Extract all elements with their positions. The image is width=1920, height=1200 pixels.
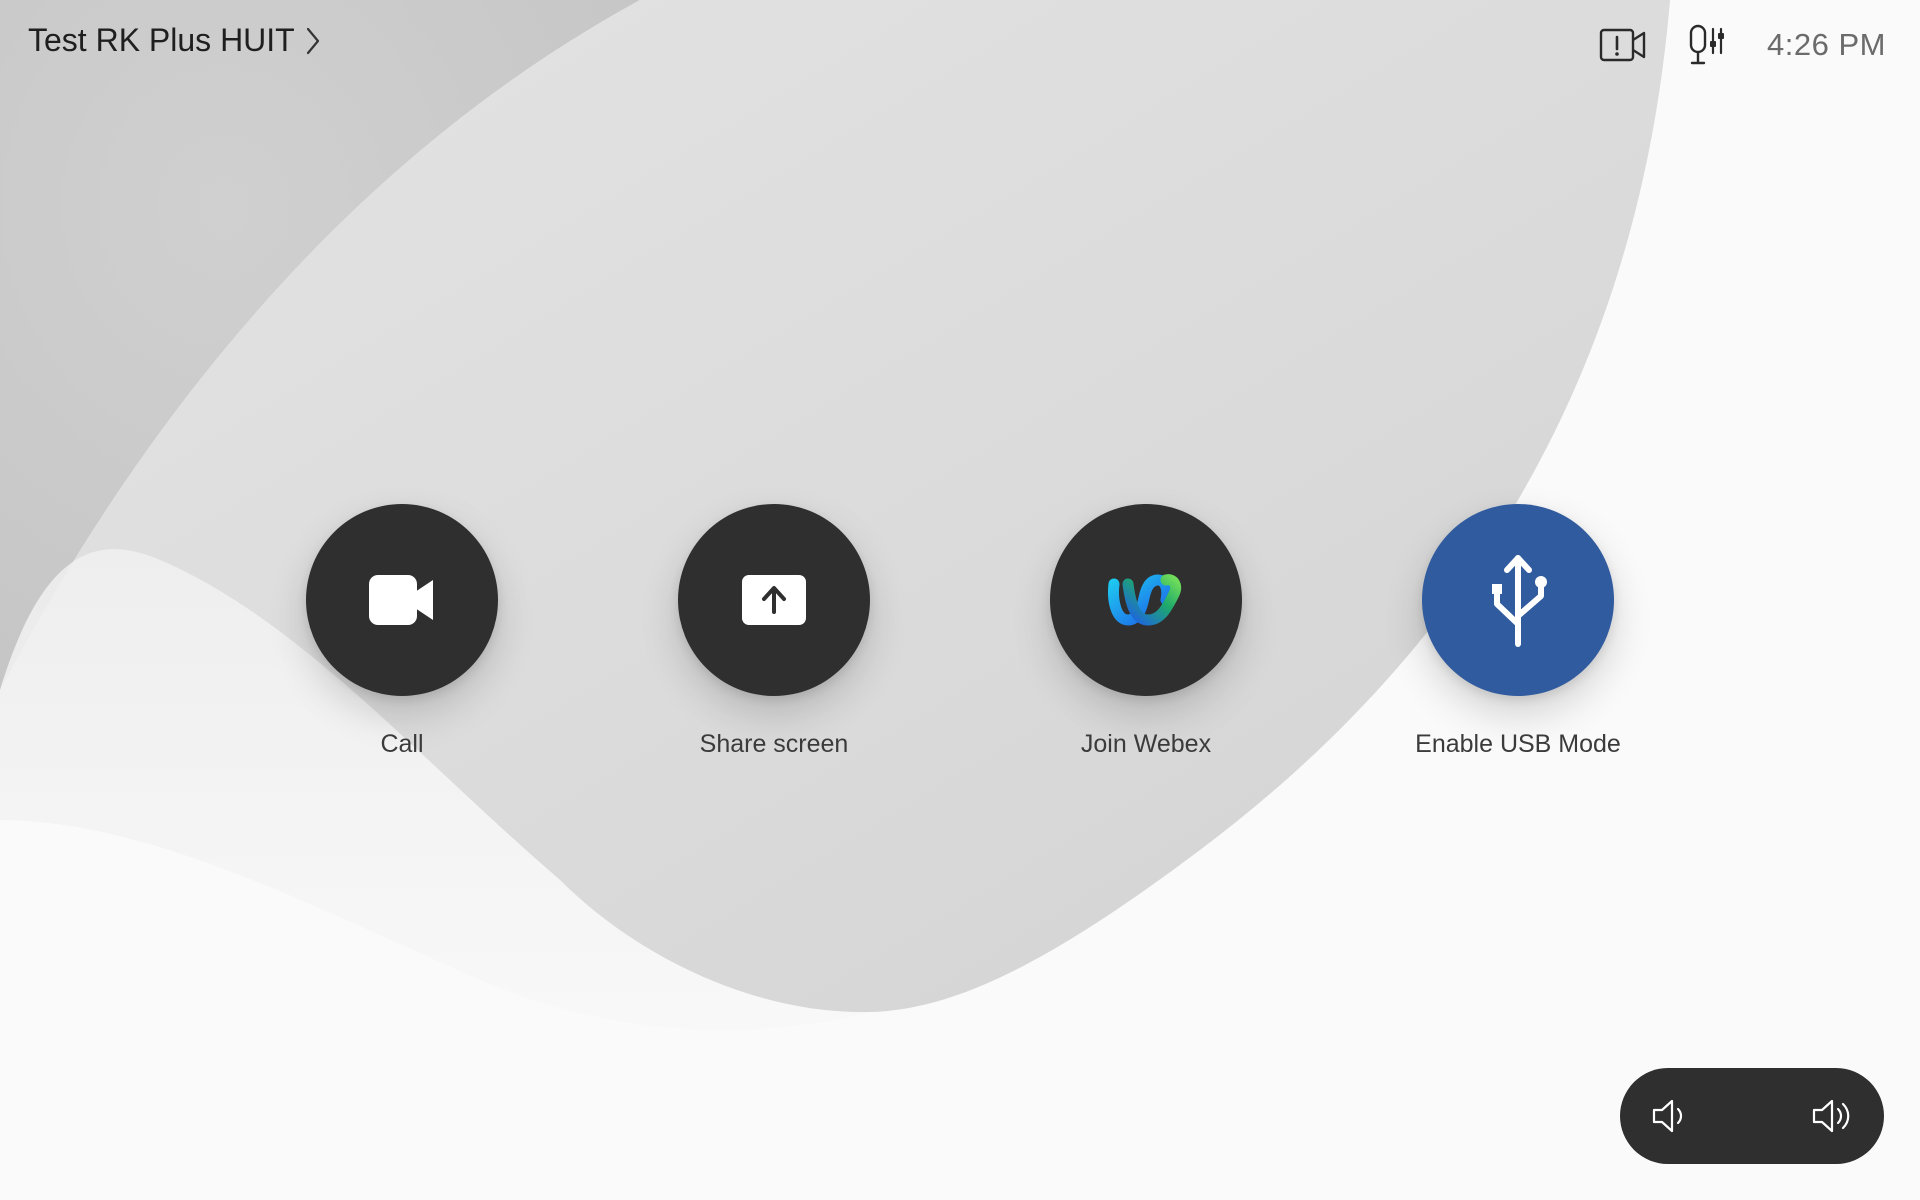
video-camera-icon: [369, 575, 433, 625]
call-button[interactable]: Call: [252, 504, 552, 759]
volume-control: [1620, 1068, 1884, 1164]
home-screen: Test RK Plus HUIT 4:26 PM Call Share scr…: [0, 0, 1920, 1200]
share-screen-button[interactable]: Share screen: [624, 504, 924, 759]
share-screen-icon: [742, 575, 806, 625]
join-webex-button[interactable]: Join Webex: [996, 504, 1296, 759]
share-screen-button-circle[interactable]: [678, 504, 870, 696]
room-name-button[interactable]: Test RK Plus HUIT: [28, 22, 321, 59]
call-button-circle[interactable]: [306, 504, 498, 696]
share-screen-label: Share screen: [699, 730, 849, 758]
status-bar: 4:26 PM: [1599, 20, 1886, 70]
enable-usb-mode-button[interactable]: Enable USB Mode: [1368, 504, 1668, 759]
call-label: Call: [380, 730, 424, 758]
enable-usb-mode-button-circle[interactable]: [1422, 504, 1614, 696]
camera-alert-icon[interactable]: [1599, 26, 1647, 64]
microphone-settings-icon[interactable]: [1687, 23, 1727, 67]
room-name-label: Test RK Plus HUIT: [28, 22, 295, 58]
join-webex-button-circle[interactable]: [1050, 504, 1242, 696]
action-buttons: Call Share screen Join Webex Enable USB …: [0, 504, 1920, 764]
clock: 4:26 PM: [1767, 27, 1886, 62]
webex-logo-icon: [1108, 574, 1182, 626]
volume-down-button[interactable]: [1650, 1096, 1690, 1136]
volume-down-icon: [1652, 1099, 1683, 1133]
volume-up-button[interactable]: [1810, 1096, 1854, 1136]
join-webex-label: Join Webex: [1080, 730, 1212, 758]
usb-icon: [1492, 555, 1547, 647]
chevron-right-icon: [306, 27, 319, 54]
volume-up-icon: [1812, 1099, 1850, 1133]
enable-usb-mode-label: Enable USB Mode: [1415, 730, 1621, 758]
